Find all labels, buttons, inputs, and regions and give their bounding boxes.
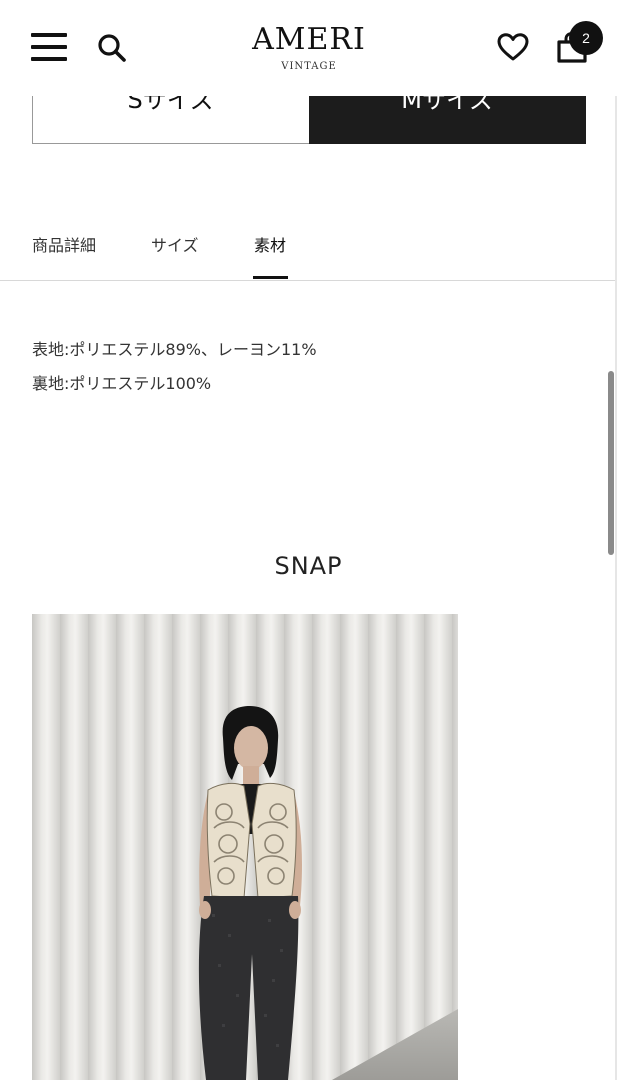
- hamburger-icon[interactable]: [31, 33, 67, 61]
- tab-size[interactable]: サイズ: [151, 232, 199, 256]
- logo-subtitle: VINTAGE: [281, 61, 337, 72]
- scrollbar-thumb[interactable]: [608, 371, 614, 555]
- search-icon[interactable]: [96, 32, 128, 64]
- product-info-tabs: 商品詳細 サイズ 素材: [0, 224, 617, 281]
- active-tab-indicator: [253, 276, 288, 279]
- tab-material[interactable]: 素材: [254, 232, 286, 256]
- logo-wordmark: AMERI: [252, 22, 366, 57]
- site-header: AMERI VINTAGE 2: [0, 0, 617, 96]
- tab-product-details[interactable]: 商品詳細: [32, 232, 96, 256]
- snap-heading: SNAP: [274, 552, 343, 580]
- heart-icon[interactable]: [496, 32, 530, 62]
- cart-count-badge: 2: [569, 21, 603, 55]
- snap-photo[interactable]: [32, 614, 458, 1080]
- material-content: 表地:ポリエステル89%、レーヨン11% 裏地:ポリエステル100%: [32, 333, 317, 401]
- material-line-lining: 裏地:ポリエステル100%: [32, 374, 212, 393]
- material-line-outer: 表地:ポリエステル89%、レーヨン11%: [32, 340, 317, 359]
- brand-logo[interactable]: AMERI VINTAGE: [248, 24, 370, 78]
